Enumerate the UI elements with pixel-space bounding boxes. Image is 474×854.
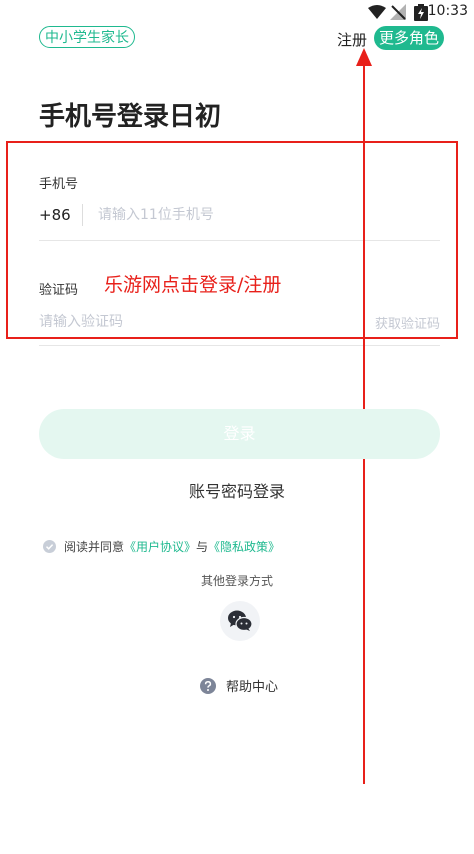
agreement-prefix: 阅读并同意 <box>64 540 125 554</box>
help-center-link[interactable]: 帮助中心 <box>200 676 278 695</box>
login-button[interactable]: 登录 <box>39 409 440 459</box>
status-time: 10:33 <box>427 3 468 19</box>
annotation-box <box>6 141 458 339</box>
other-login-methods-label: 其他登录方式 <box>200 574 273 588</box>
help-icon <box>200 677 216 694</box>
wechat-icon <box>228 610 252 632</box>
page-title: 手机号登录日初 <box>39 102 222 132</box>
password-login-link[interactable]: 账号密码登录 <box>0 478 474 502</box>
battery-charging-icon <box>414 4 428 21</box>
status-bar: 10:33 <box>0 0 474 24</box>
user-agreement-link[interactable]: 《用户协议》 <box>124 538 196 555</box>
check-icon[interactable] <box>43 540 56 553</box>
privacy-policy-link[interactable]: 《隐私政策》 <box>208 538 280 555</box>
agreement-and: 与 <box>196 540 209 554</box>
wifi-icon <box>368 5 386 19</box>
annotation-text: 乐游网点击登录/注册 <box>104 274 282 296</box>
agreement: 阅读并同意 《用户协议》 与 《隐私政策》 <box>43 538 280 555</box>
no-signal-icon <box>390 4 406 20</box>
role-tag: 中小学生家长 <box>39 26 135 48</box>
wechat-login-button[interactable] <box>220 601 260 641</box>
help-center-label: 帮助中心 <box>226 680 279 695</box>
